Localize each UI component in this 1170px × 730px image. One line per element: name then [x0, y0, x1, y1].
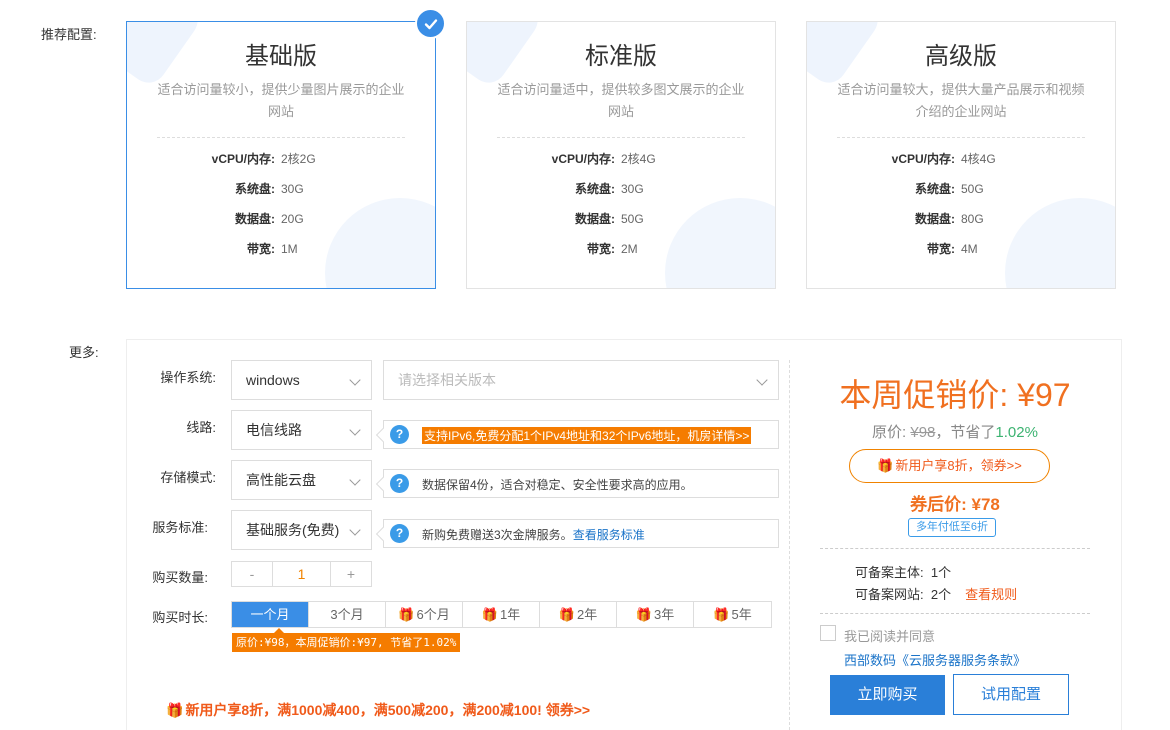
service-label: 服务标准:	[152, 520, 208, 535]
more-label: 更多:	[69, 345, 99, 360]
gift-icon: 🎁	[398, 607, 415, 622]
gift-icon: 🎁	[713, 607, 730, 622]
chevron-down-icon	[349, 424, 361, 436]
plan-desc: 适合访问量较大，提供大量产品展示和视频介绍的企业网站	[837, 82, 1085, 119]
duration-2y[interactable]: 🎁 2年	[540, 602, 617, 627]
spec-bandwidth: 带宽: 2M	[587, 242, 638, 256]
duration-6m[interactable]: 🎁 6个月	[386, 602, 463, 627]
chevron-down-icon	[756, 374, 768, 386]
question-icon: ?	[390, 474, 409, 493]
storage-tip-text: 数据保留4份，适合对稳定、安全性要求高的应用。	[422, 478, 693, 492]
promo-price: 本周促销价: ¥97	[839, 377, 1071, 413]
spec-cpu: vCPU/内存: 4核4G	[891, 152, 996, 166]
plan-card-basic[interactable]: 基础版 适合访问量较小，提供少量图片展示的企业网站 vCPU/内存: 2核2G 系…	[126, 21, 436, 289]
multi-year-badge[interactable]: 多年付低至6折	[908, 518, 996, 537]
duration-3m[interactable]: 3个月	[309, 602, 386, 627]
duration-price-note: 原价:¥98，本周促销价:¥97, 节省了1.02%	[232, 628, 461, 652]
service-tip: ? 新购免费赠送3次金牌服务。查看服务标准	[383, 519, 779, 548]
plan-title: 高级版	[925, 43, 997, 70]
os-version-select[interactable]: 请选择相关版本	[383, 360, 779, 400]
gift-icon: 🎁	[558, 607, 575, 622]
original-price: 原价: ¥98，节省了1.02%	[872, 424, 1038, 441]
chevron-down-icon	[349, 524, 361, 536]
spec-system-disk: 系统盘: 30G	[575, 182, 644, 196]
spec-cpu: vCPU/内存: 2核2G	[211, 152, 316, 166]
recommended-label: 推荐配置:	[41, 27, 97, 42]
spec-system-disk: 系统盘: 30G	[235, 182, 304, 196]
storage-label: 存储模式:	[160, 470, 216, 485]
os-select[interactable]: windows	[231, 360, 372, 400]
spec-bandwidth: 带宽: 4M	[927, 242, 978, 256]
question-icon: ?	[390, 524, 409, 543]
chevron-down-icon	[349, 474, 361, 486]
line-select[interactable]: 电信线路	[231, 410, 372, 450]
qty-label: 购买数量:	[152, 570, 208, 585]
rules-link[interactable]: 查看规则	[965, 587, 1017, 602]
duration-tabs: 一个月 3个月 🎁 6个月 🎁 1年 🎁 2年 🎁 3年 🎁 5年	[231, 601, 772, 628]
duration-1y[interactable]: 🎁 1年	[463, 602, 540, 627]
qty-minus-button[interactable]: -	[232, 562, 272, 586]
plan-card-standard[interactable]: 标准版 适合访问量适中，提供较多图文展示的企业网站 vCPU/内存: 2核4G 系…	[466, 21, 776, 289]
quantity-stepper: - 1 +	[231, 561, 372, 587]
service-tip-text: 新购免费赠送3次金牌服务。查看服务标准	[422, 528, 645, 542]
duration-5y[interactable]: 🎁 5年	[694, 602, 771, 627]
icp-site: 可备案网站: 2个 查看规则	[855, 587, 1018, 602]
agree-checkbox[interactable]	[820, 625, 836, 641]
spec-data-disk: 数据盘: 50G	[575, 212, 644, 226]
storage-tip: ? 数据保留4份，适合对稳定、安全性要求高的应用。	[383, 469, 779, 498]
service-select[interactable]: 基础服务(免费)	[231, 510, 372, 550]
spec-system-disk: 系统盘: 50G	[915, 182, 984, 196]
spec-cpu: vCPU/内存: 2核4G	[551, 152, 656, 166]
plan-title: 标准版	[585, 43, 657, 70]
plan-title: 基础版	[245, 43, 317, 70]
new-user-promo[interactable]: 🎁 新用户享8折，满1000减400，满500减200，满200减100! 领券>…	[166, 700, 590, 720]
question-icon: ?	[390, 425, 409, 444]
service-standard-link[interactable]: 查看服务标准	[573, 528, 645, 542]
new-user-coupon-button[interactable]: 🎁 新用户享8折，领券>>	[849, 449, 1050, 483]
duration-3y[interactable]: 🎁 3年	[617, 602, 694, 627]
chevron-down-icon	[349, 374, 361, 386]
spec-data-disk: 数据盘: 80G	[915, 212, 984, 226]
os-label: 操作系统:	[160, 370, 216, 385]
selected-check-icon	[415, 8, 446, 39]
plan-desc: 适合访问量适中，提供较多图文展示的企业网站	[497, 82, 745, 119]
coupon-price: 券后价: ¥78	[910, 495, 1000, 514]
duration-1m[interactable]: 一个月	[232, 602, 309, 627]
icp-subject: 可备案主体: 1个	[855, 565, 952, 580]
gift-icon: 🎁	[166, 702, 184, 718]
terms-link[interactable]: 西部数码《云服务器服务条款》	[844, 650, 1026, 669]
agree-label: 我已阅读并同意	[844, 629, 936, 644]
gift-icon: 🎁	[481, 607, 498, 622]
gift-icon: 🎁	[877, 458, 894, 473]
try-config-button[interactable]: 试用配置	[953, 674, 1069, 715]
storage-select[interactable]: 高性能云盘	[231, 460, 372, 500]
gift-icon: 🎁	[635, 607, 652, 622]
line-tip-text[interactable]: 支持IPv6,免费分配1个IPv4地址和32个IPv6地址，机房详情>>	[422, 427, 752, 444]
spec-bandwidth: 带宽: 1M	[247, 242, 298, 256]
buy-now-button[interactable]: 立即购买	[830, 675, 945, 715]
plan-desc: 适合访问量较小，提供少量图片展示的企业网站	[157, 82, 405, 119]
line-tip: ? 支持IPv6,免费分配1个IPv4地址和32个IPv6地址，机房详情>>	[383, 420, 779, 449]
qty-input[interactable]: 1	[272, 562, 331, 586]
spec-data-disk: 数据盘: 20G	[235, 212, 304, 226]
line-label: 线路:	[186, 420, 216, 435]
duration-label: 购买时长:	[152, 610, 208, 625]
qty-plus-button[interactable]: +	[331, 562, 371, 586]
plan-card-advanced[interactable]: 高级版 适合访问量较大，提供大量产品展示和视频介绍的企业网站 vCPU/内存: 4…	[806, 21, 1116, 289]
